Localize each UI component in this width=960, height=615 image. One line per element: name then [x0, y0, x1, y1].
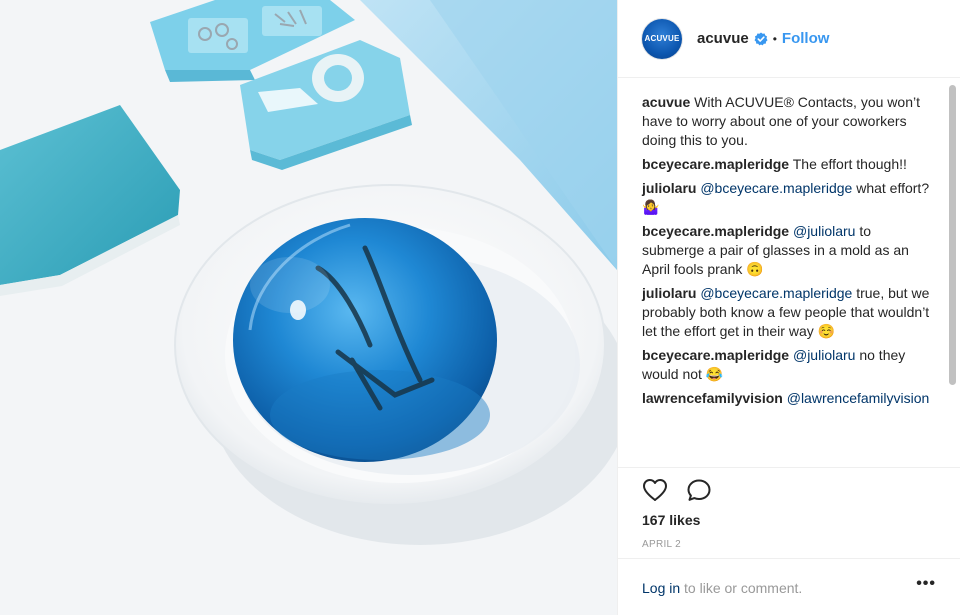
comments-section[interactable]: acuvue With ACUVUE® Contacts, you won’t … [618, 79, 960, 468]
login-link[interactable]: Log in [642, 580, 680, 596]
post-side-panel: ACUVUE acuvue • Follow acuvue With ACUVU… [617, 0, 960, 615]
comment-mention[interactable]: @bceyecare.mapleridge [700, 285, 852, 301]
speech-bubble-icon[interactable] [686, 478, 712, 502]
comment-item: bceyecare.mapleridge @juliolaru to subme… [642, 222, 931, 279]
heart-outline-icon[interactable] [642, 478, 668, 502]
comment-item: juliolaru @bceyecare.mapleridge true, bu… [642, 284, 931, 341]
header-separator: • [772, 31, 777, 46]
comment-username[interactable]: lawrencefamilyvision [642, 390, 783, 406]
comment-username[interactable]: bceyecare.mapleridge [642, 223, 789, 239]
post-photo[interactable] [0, 0, 617, 615]
comment-mention[interactable]: @juliolaru [793, 347, 855, 363]
comment-username[interactable]: juliolaru [642, 285, 696, 301]
login-bar: Log in to like or comment. ••• [618, 558, 960, 615]
avatar[interactable]: ACUVUE [642, 18, 682, 59]
avatar-text: ACUVUE [644, 34, 680, 43]
login-rest-text: to like or comment. [680, 580, 803, 596]
post-actions [642, 478, 712, 502]
comment-item: acuvue With ACUVUE® Contacts, you won’t … [642, 93, 931, 150]
comment-item: lawrencefamilyvision @lawrencefamilyvisi… [642, 389, 931, 408]
comment-username[interactable]: bceyecare.mapleridge [642, 347, 789, 363]
comment-username[interactable]: acuvue [642, 94, 690, 110]
post-date[interactable]: APRIL 2 [642, 539, 681, 550]
comment-list: acuvue With ACUVUE® Contacts, you won’t … [618, 79, 960, 408]
comments-scrollbar-thumb[interactable] [949, 85, 956, 385]
more-options-icon[interactable]: ••• [916, 575, 936, 593]
comment-mention[interactable]: @juliolaru [793, 223, 855, 239]
comment-item: juliolaru @bceyecare.mapleridge what eff… [642, 179, 931, 217]
verified-badge-icon [754, 32, 768, 45]
comment-mention[interactable]: @bceyecare.mapleridge [700, 180, 852, 196]
comment-item: bceyecare.mapleridge The effort though!! [642, 155, 931, 174]
comment-username[interactable]: bceyecare.mapleridge [642, 156, 789, 172]
follow-button[interactable]: Follow [782, 30, 830, 47]
likes-count[interactable]: 167 likes [642, 512, 700, 528]
author-username[interactable]: acuvue [697, 30, 749, 47]
comment-item: bceyecare.mapleridge @juliolaru no they … [642, 346, 931, 384]
comment-mention[interactable]: @lawrencefamilyvision [787, 390, 930, 406]
post-photo-illustration [0, 0, 617, 615]
post-header: ACUVUE acuvue • Follow [618, 0, 960, 78]
login-prompt: Log in to like or comment. [642, 580, 802, 596]
comment-text: The effort though!! [792, 156, 907, 172]
comment-username[interactable]: juliolaru [642, 180, 696, 196]
